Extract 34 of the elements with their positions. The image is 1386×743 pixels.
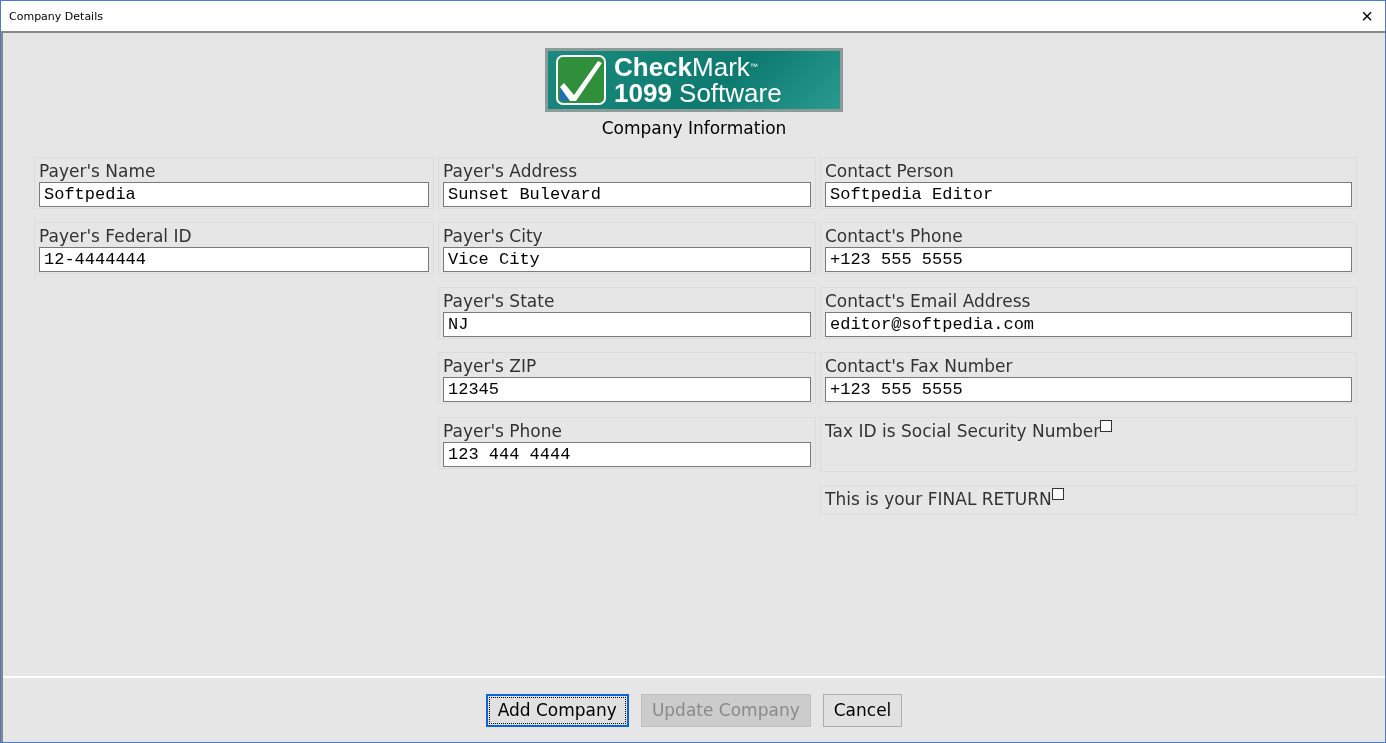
text-field[interactable]: Softpedia Editor: [825, 182, 1352, 207]
checkmark-logo-icon: [556, 55, 606, 105]
text-field[interactable]: 123 444 4444: [443, 442, 811, 467]
text-field[interactable]: +123 555 5555: [825, 247, 1352, 272]
field-label: Contact's Fax Number: [825, 355, 1013, 377]
field-label: Contact's Email Address: [825, 290, 1031, 312]
field-label: Payer's Address: [443, 160, 578, 182]
field-label: Payer's ZIP: [443, 355, 537, 377]
field-label: Payer's Phone: [443, 420, 562, 442]
text-field[interactable]: Vice City: [443, 247, 811, 272]
action-button[interactable]: Cancel: [822, 693, 903, 727]
section-heading: Company Information: [601, 118, 787, 138]
text-field[interactable]: 12345: [443, 377, 811, 402]
text-field[interactable]: editor@softpedia.com: [825, 312, 1352, 337]
text-field[interactable]: Softpedia: [39, 182, 429, 207]
logo-text: CheckMark$^{™}$: [614, 54, 759, 80]
checkbox[interactable]: [1051, 488, 1064, 500]
text-field[interactable]: 12-4444444: [39, 247, 429, 272]
field-label: Contact's Phone: [825, 225, 963, 247]
field-label: Payer's Name: [39, 160, 156, 182]
logo-text: 1099 Software: [614, 80, 782, 106]
field-label: Payer's State: [443, 290, 555, 312]
close-button[interactable]: ×: [1357, 6, 1377, 26]
checkbox-label: Tax ID is Social Security Number: [825, 420, 1101, 442]
checkbox[interactable]: [1100, 420, 1113, 432]
text-field[interactable]: +123 555 5555: [825, 377, 1352, 402]
text-field[interactable]: Sunset Bulevard: [443, 182, 811, 207]
field-label: Contact Person: [825, 160, 954, 182]
text-field[interactable]: NJ: [443, 312, 811, 337]
field-label: Payer's Federal ID: [39, 225, 192, 247]
field-label: Payer's City: [443, 225, 543, 247]
checkbox-label: This is your FINAL RETURN: [825, 488, 1052, 510]
action-button[interactable]: Add Company: [485, 693, 629, 727]
window-title: Company Details: [9, 9, 103, 23]
